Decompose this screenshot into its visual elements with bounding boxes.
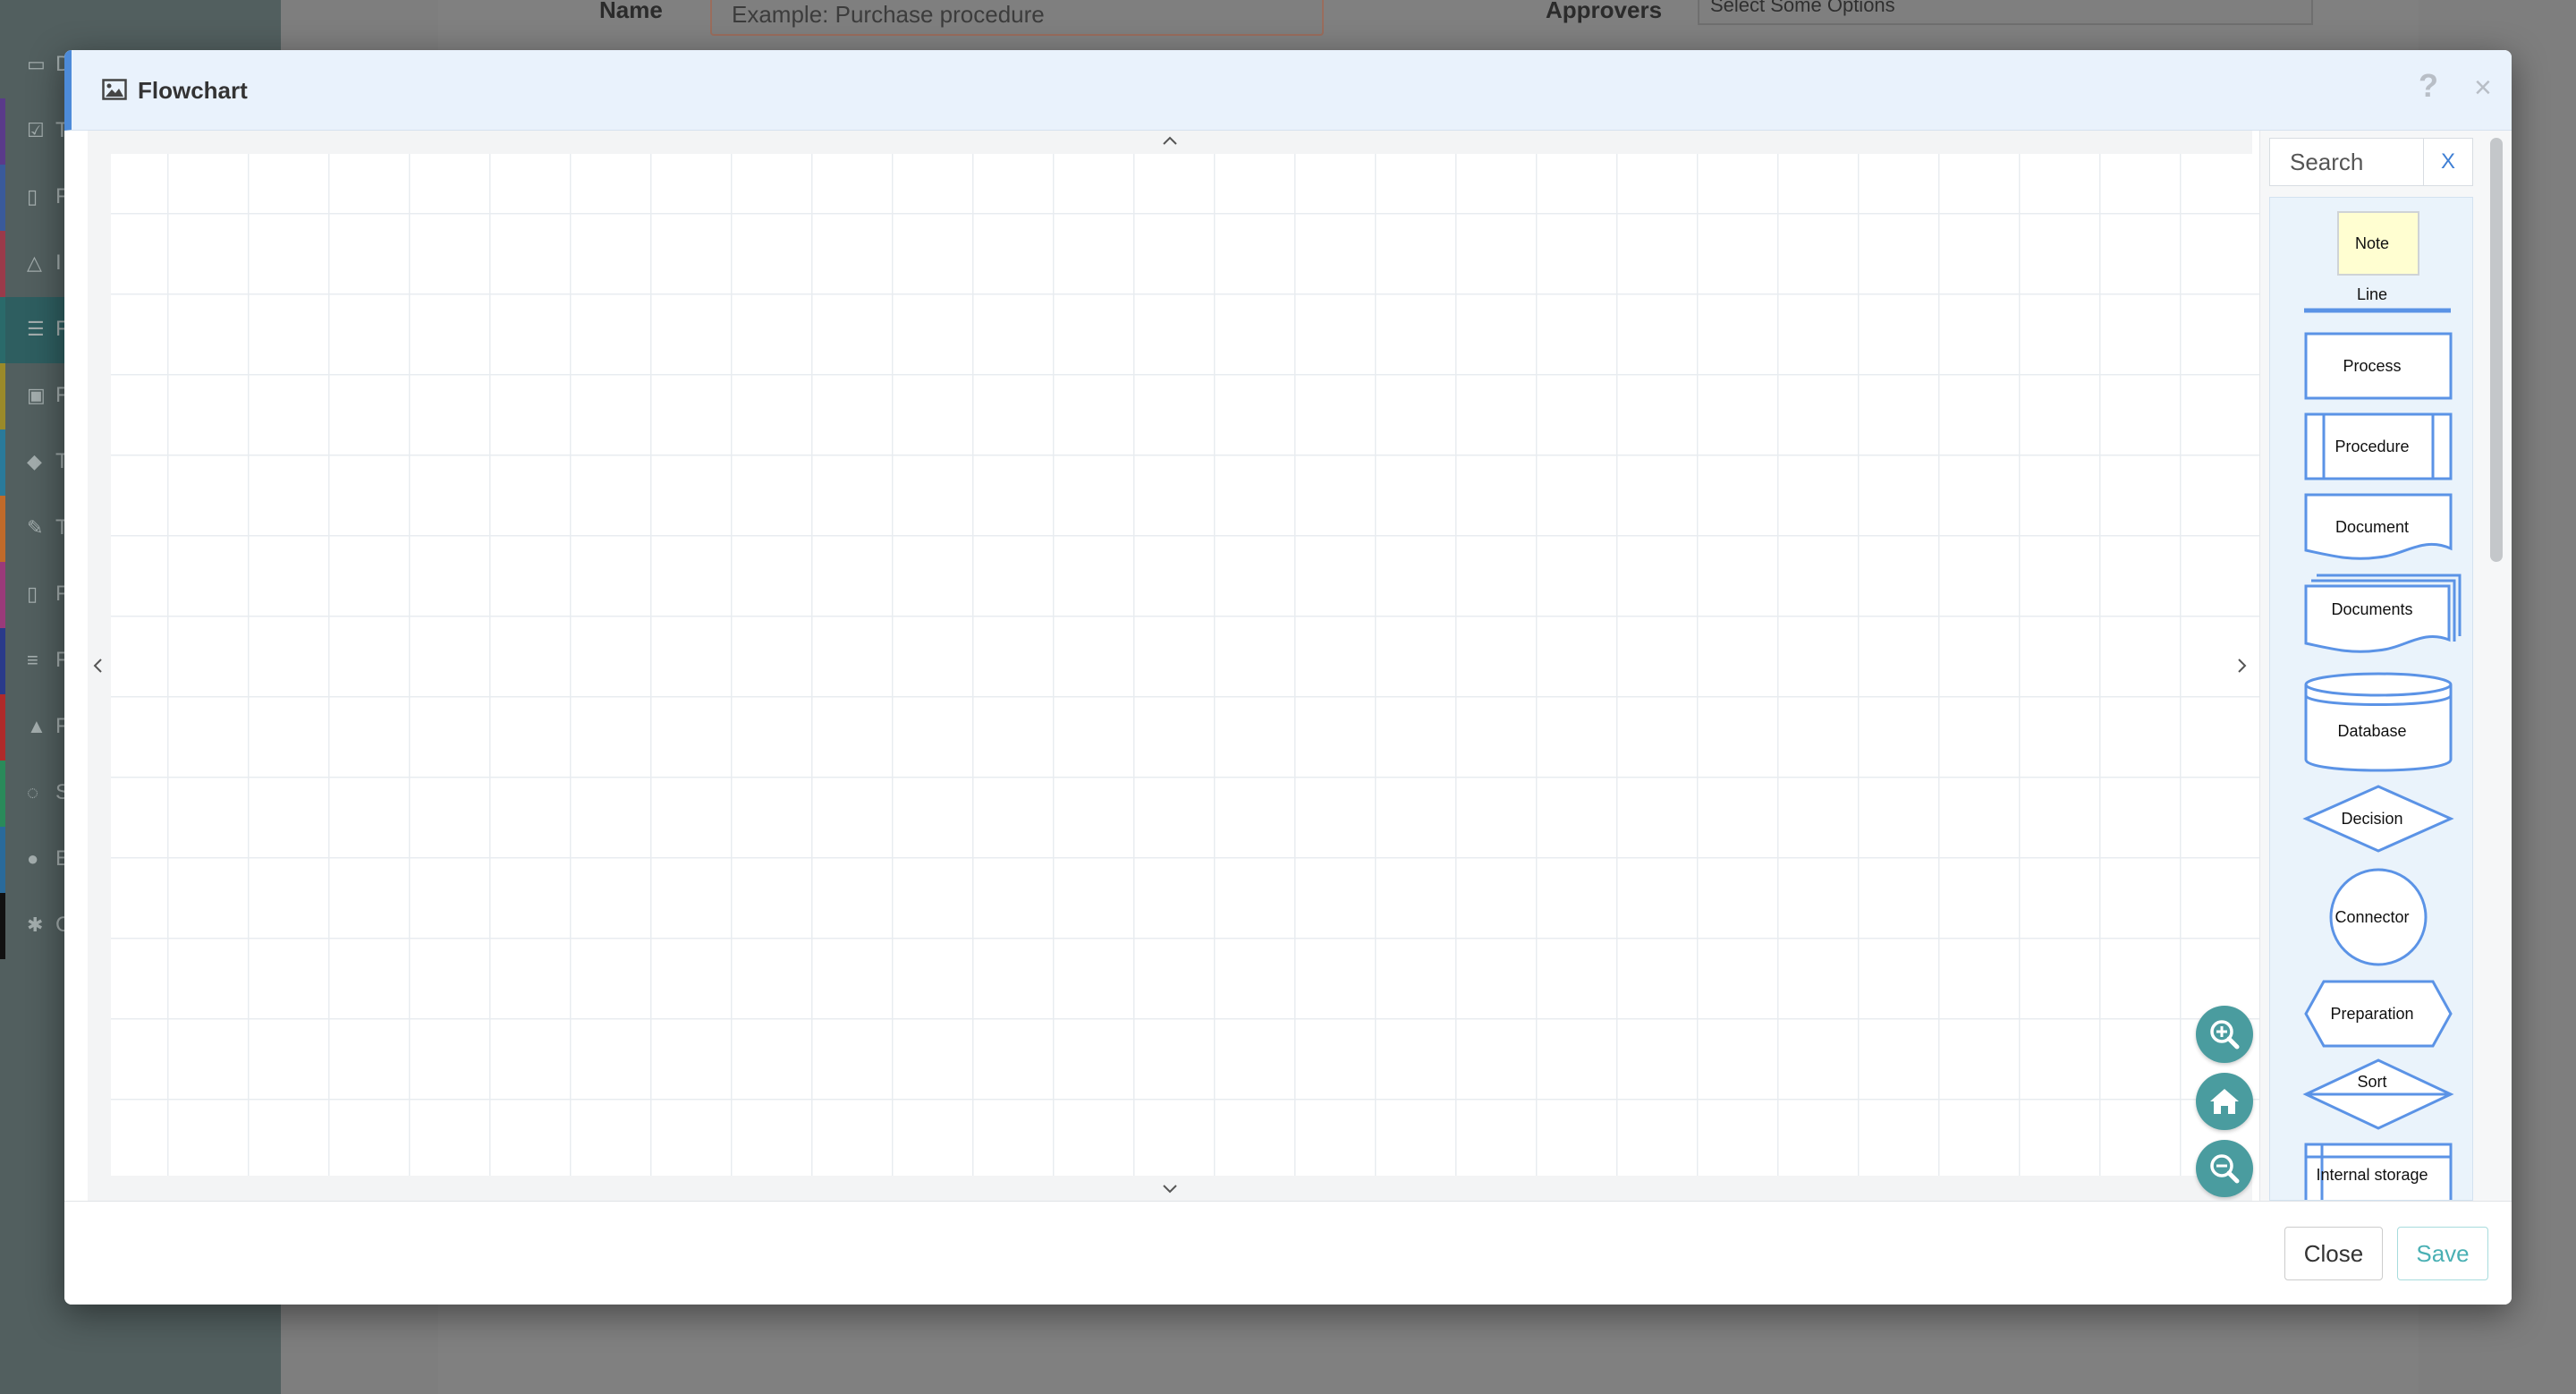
modal-header: Flowchart ? × — [64, 50, 2512, 131]
graduation-icon: ◆ — [27, 450, 42, 472]
shape-label: Decision — [2341, 810, 2403, 828]
shape-note[interactable]: Note — [2270, 210, 2472, 278]
modal-footer: Close Save — [64, 1201, 2512, 1305]
warning-icon: ▲ — [27, 715, 47, 737]
palette-scrollbar[interactable] — [2490, 138, 2503, 562]
shape-label: Note — [2354, 234, 2390, 252]
shape-process[interactable]: Process — [2270, 332, 2472, 400]
shape-label: Preparation — [2330, 1005, 2414, 1023]
approvers-label: Approvers — [1546, 0, 1663, 23]
close-icon[interactable]: × — [2474, 70, 2492, 106]
checkbox-icon: ☑ — [27, 119, 45, 141]
shape-decision[interactable]: Decision — [2270, 785, 2472, 853]
home-button[interactable] — [2196, 1073, 2253, 1130]
zoom-in-icon — [2210, 1020, 2240, 1050]
wrench-icon: ✎ — [27, 516, 44, 539]
name-label: Name — [599, 0, 663, 23]
flowchart-canvas[interactable] — [111, 154, 2261, 1176]
calendar-icon: ▣ — [27, 384, 46, 406]
shape-line[interactable]: Line — [2270, 284, 2472, 316]
bell-icon: △ — [27, 251, 42, 274]
zoom-out-icon — [2210, 1154, 2240, 1184]
search-clear-button[interactable]: X — [2423, 138, 2473, 186]
help-button[interactable]: ? — [2419, 68, 2438, 104]
shape-sort[interactable]: Sort — [2270, 1058, 2472, 1130]
close-button[interactable]: Close — [2284, 1227, 2383, 1280]
scroll-down-icon[interactable] — [1161, 1183, 1179, 1195]
shape-label: Connector — [2334, 908, 2410, 926]
shape-label: Sort — [2357, 1073, 2387, 1091]
flowchart-modal: Flowchart ? × Search X Note Line Process… — [64, 50, 2512, 1305]
shape-procedure[interactable]: Procedure — [2270, 412, 2472, 480]
chat-icon: ◌ — [27, 781, 39, 803]
shape-label: Database — [2337, 722, 2407, 740]
scroll-left-icon[interactable] — [91, 657, 104, 675]
canvas-frame — [88, 131, 2261, 1201]
shape-label: Document — [2334, 518, 2410, 536]
users-icon: ● — [27, 847, 39, 870]
shape-document[interactable]: Document — [2270, 493, 2472, 566]
shape-palette: Search X Note Line Process Procedure Doc… — [2259, 131, 2512, 1201]
search-input[interactable]: Search — [2269, 138, 2423, 186]
list-icon: ☰ — [27, 318, 45, 340]
shapes-panel: Note Line Process Procedure Document Doc… — [2269, 197, 2473, 1201]
zoom-out-button[interactable] — [2196, 1140, 2253, 1197]
shape-label: Line — [2356, 285, 2388, 303]
shape-label: Internal storage — [2316, 1166, 2428, 1184]
shape-database[interactable]: Database — [2270, 672, 2472, 772]
sidebar-item-label: I — [55, 251, 62, 275]
shape-label: Documents — [2331, 600, 2413, 618]
shape-label: Procedure — [2334, 438, 2410, 455]
document-icon: ▯ — [27, 185, 38, 208]
home-icon — [2210, 1089, 2239, 1114]
image-icon — [102, 79, 127, 100]
shape-connector[interactable]: Connector — [2270, 867, 2472, 967]
shape-preparation[interactable]: Preparation — [2270, 980, 2472, 1048]
monitor-icon: ▭ — [27, 53, 46, 75]
name-input: Example: Purchase procedure — [710, 0, 1324, 36]
bars-icon: ≡ — [27, 649, 38, 671]
approvers-select: Select Some Options — [1698, 0, 2313, 25]
scroll-up-icon[interactable] — [1161, 134, 1179, 147]
modal-title: Flowchart — [138, 77, 248, 104]
zoom-in-button[interactable] — [2196, 1006, 2253, 1063]
shape-label: Process — [2343, 357, 2402, 375]
file-icon: ▯ — [27, 582, 38, 605]
shape-internal-storage[interactable]: Internal storage — [2270, 1143, 2472, 1200]
shape-documents[interactable]: Documents — [2270, 574, 2472, 659]
scroll-right-icon[interactable] — [2236, 657, 2249, 675]
save-button[interactable]: Save — [2397, 1227, 2488, 1280]
gear-icon: ✱ — [27, 914, 44, 936]
